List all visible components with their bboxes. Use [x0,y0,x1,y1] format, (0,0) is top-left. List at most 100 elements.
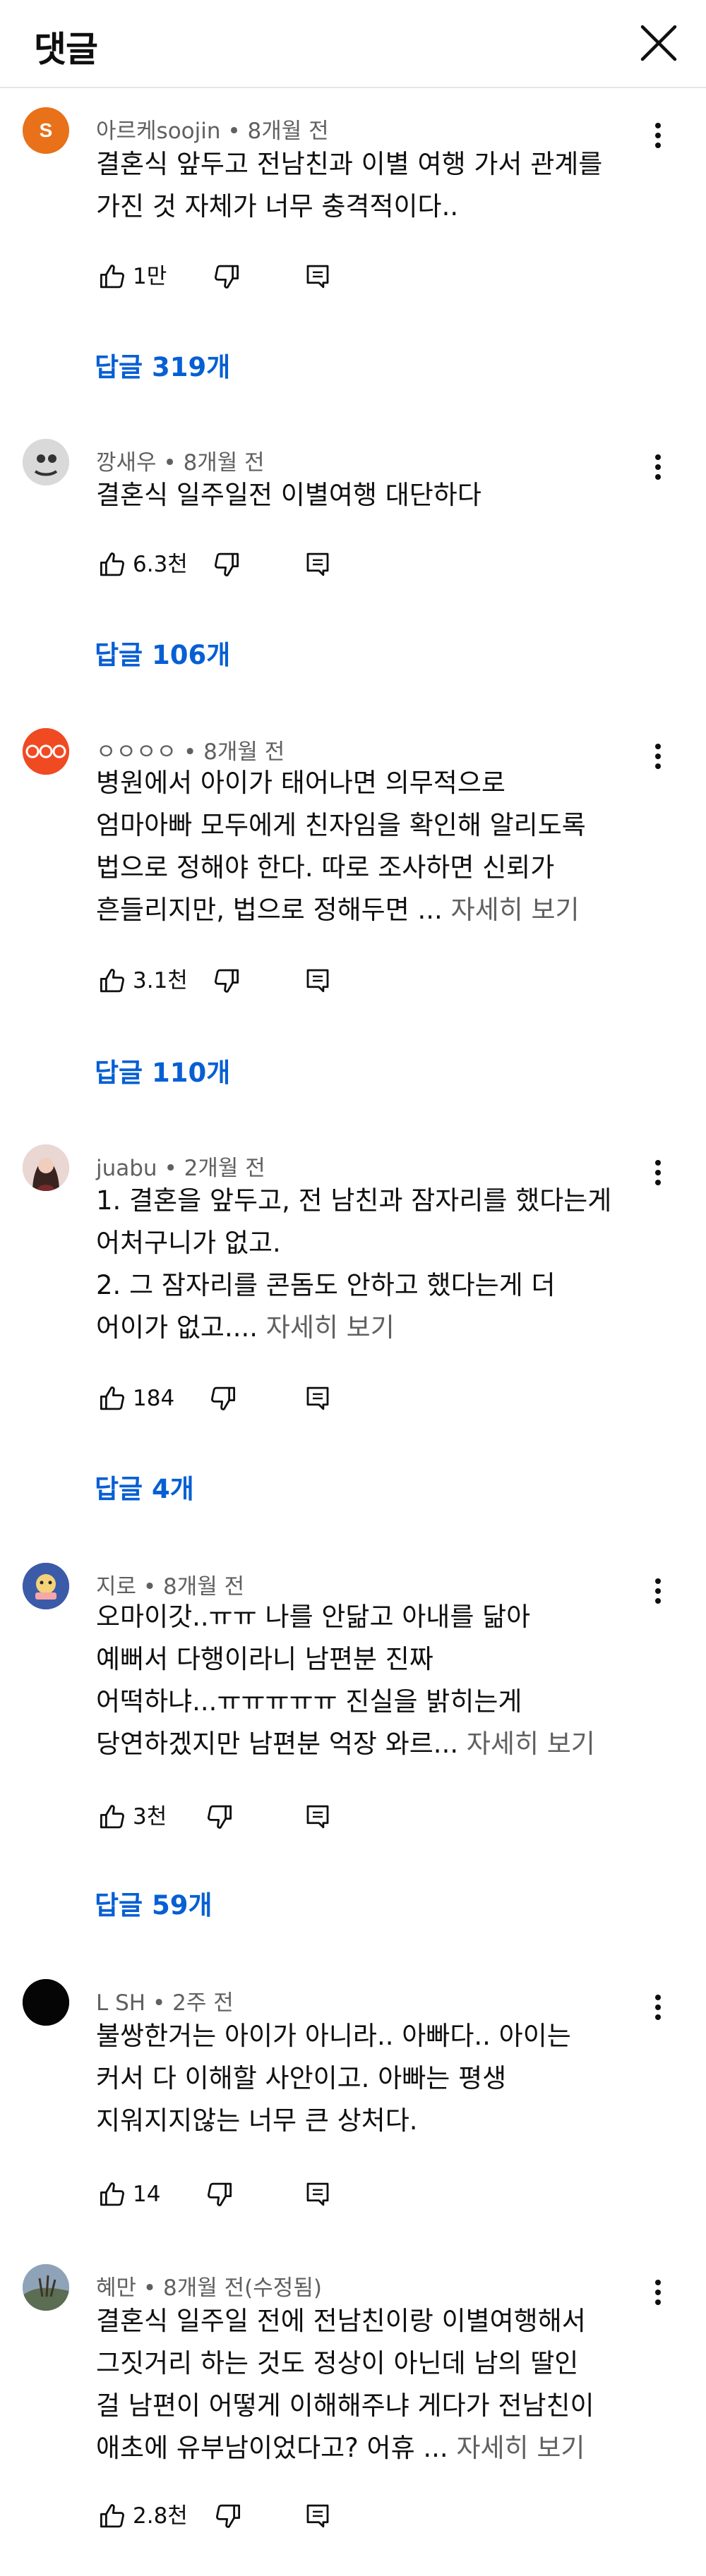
comment-line: 어떡하냐...ㅠㅠㅠㅠㅠ 진실을 밝히는게 [96,1686,522,1717]
close-icon [640,25,677,61]
comment-body: 병원에서 아이가 태어나면 의무적으로엄마아빠 모두에게 친자임을 확인해 알리… [96,762,654,931]
like-button[interactable] [92,1377,134,1420]
comment-time: 8개월 전 [247,119,329,144]
reply-button[interactable] [297,960,339,1002]
comment-line: 커서 다 이해할 사안이고. 아빠는 평생 [96,2063,507,2093]
comment-line: 흔들리지만, 법으로 정해두면 ... 자세히 보기 [96,895,580,925]
reply-icon [306,969,329,993]
dislike-button[interactable] [198,2173,240,2215]
like-button[interactable] [92,960,134,1002]
read-more-link[interactable]: 자세히 보기 [266,1312,395,1343]
view-replies-link[interactable]: 답글 110개 [95,1051,230,1089]
comment-meta: ㅇㅇㅇㅇ • 8개월 전 [96,734,285,766]
thumbs-up-icon [100,969,124,993]
avatar[interactable] [23,1144,69,1191]
comment-line: 어처구니가 없고. [96,1228,281,1258]
reply-icon [306,265,329,289]
reply-button[interactable] [297,1377,339,1420]
comment-meta: juabu • 2개월 전 [96,1150,265,1182]
meta-separator: • [156,450,184,476]
comment-meta: 아르케soojin • 8개월 전 [96,113,329,145]
like-count: 1만 [133,264,167,289]
view-replies-link[interactable]: 답글 59개 [95,1884,213,1922]
comment-line: 그짓거리 하는 것도 정상이 아닌데 남의 딸인 [96,2348,579,2378]
comment-line: 결혼식 앞두고 전남친과 이별 여행 가서 관계를 [96,149,603,179]
like-count: 3천 [133,1804,167,1830]
comment-author[interactable]: juabu [96,1156,157,1181]
comment-author[interactable]: 아르케soojin [96,119,221,144]
meta-separator: • [136,2275,164,2301]
read-more-link[interactable]: 자세히 보기 [451,895,580,925]
comment-line: 가진 것 자체가 너무 충격적이다.. [96,191,459,222]
comment-line: 당연하겠지만 남편분 억장 와르... 자세히 보기 [96,1729,595,1759]
comment-time: 2주 전 [172,1990,234,2016]
reply-button[interactable] [297,255,339,298]
thumbs-up-icon [100,552,124,576]
comment-body: 결혼식 일주일 전에 전남친이랑 이별여행해서 그짓거리 하는 것도 정상이 아닌… [96,2300,654,2469]
comment-line: 지워지지않는 너무 큰 상처다. [96,2105,418,2136]
dislike-button[interactable] [205,255,247,298]
comment-author[interactable]: L SH [96,1990,145,2016]
reply-button[interactable] [297,1796,339,1838]
avatar[interactable] [23,439,69,485]
like-count: 3.1천 [133,968,188,993]
reply-button[interactable] [297,2173,339,2215]
comment-line: 애초에 유부남이었다고? 어휴 ... 자세히 보기 [96,2433,585,2463]
like-button[interactable] [92,543,134,586]
avatar[interactable]: S [23,107,69,154]
comment-line: 1. 결혼을 앞두고, 전 남친과 잠자리를 했다는게 [96,1185,612,1216]
comment-line: 병원에서 아이가 태어나면 의무적으로 [96,768,505,798]
comment-line: 어이가 없고.... 자세히 보기 [96,1312,395,1343]
comment-body: 결혼식 앞두고 전남친과 이별 여행 가서 관계를가진 것 자체가 너무 충격적… [96,143,654,228]
avatar[interactable] [23,1563,69,1609]
comment-author[interactable]: 깡새우 [96,450,157,476]
like-button[interactable] [92,2495,134,2537]
comment-author[interactable]: 혜만 [96,2275,136,2301]
comment-line: 예뻐서 다행이라니 남편분 진짜 [96,1644,433,1674]
comment-line: 2. 그 잠자리를 콘돔도 안하고 했다는게 더 [96,1270,556,1300]
comment-meta: L SH • 2주 전 [96,1985,234,2016]
comment-line: 결혼식 일주일전 이별여행 대단하다 [96,480,481,510]
dislike-button[interactable] [201,1377,244,1420]
comment-body: 오마이갓..ㅠㅠ 나를 안닮고 아내를 닮아 예뻐서 다행이라니 남편분 진짜 어떡… [96,1596,654,1765]
dislike-button[interactable] [206,2495,249,2537]
comment-author[interactable]: ㅇㅇㅇㅇ [96,739,176,765]
view-replies-link[interactable]: 답글 106개 [95,634,230,672]
like-count: 6.3천 [133,552,188,577]
thumbs-down-icon [208,1805,232,1829]
comment-line: 엄마아빠 모두에게 친자임을 확인해 알리도록 [96,810,586,840]
thumbs-down-icon [215,969,239,993]
reply-button[interactable] [297,2495,339,2537]
comment-actions: 3천 [92,1796,445,1838]
like-button[interactable] [92,1796,134,1838]
like-button[interactable] [92,255,134,298]
read-more-link[interactable]: 자세히 보기 [456,2433,585,2463]
dislike-button[interactable] [205,960,247,1002]
avatar[interactable] [23,2264,69,2311]
view-replies-link[interactable]: 답글 319개 [95,346,230,384]
reply-icon [306,2504,329,2528]
comment-body: 불쌍한거는 아이가 아니라.. 아빠다.. 아이는커서 다 이해할 사안이고. … [96,2015,654,2142]
reply-button[interactable] [297,543,339,586]
meta-separator: • [145,1990,173,2016]
view-replies-link[interactable]: 답글 4개 [95,1468,194,1506]
like-count: 184 [133,1386,175,1411]
comment-time: 8개월 전 [203,739,285,765]
comment-meta: 깡새우 • 8개월 전 [96,445,265,476]
like-button[interactable] [92,2173,134,2215]
comment-actions: 184 [92,1377,445,1420]
reply-icon [306,1805,329,1829]
close-button[interactable] [635,20,682,66]
avatar[interactable] [23,1979,69,2026]
comments-title: 댓글 [34,29,98,70]
read-more-link[interactable]: 자세히 보기 [467,1729,595,1759]
comment-line: 걸 남편이 어떻게 이해해주냐 게다가 전남친이 [96,2390,594,2421]
thumbs-down-icon [216,2504,241,2528]
comment-meta: 혜만 • 8개월 전(수정됨) [96,2270,322,2302]
comment-body: 1. 결혼을 앞두고, 전 남친과 잠자리를 했다는게어처구니가 없고. 2. 그… [96,1180,654,1349]
avatar[interactable] [23,728,69,775]
dislike-button[interactable] [205,543,247,586]
thumbs-up-icon [100,2504,124,2528]
dislike-button[interactable] [198,1796,240,1838]
comment-line: 불쌍한거는 아이가 아니라.. 아빠다.. 아이는 [96,2021,571,2051]
